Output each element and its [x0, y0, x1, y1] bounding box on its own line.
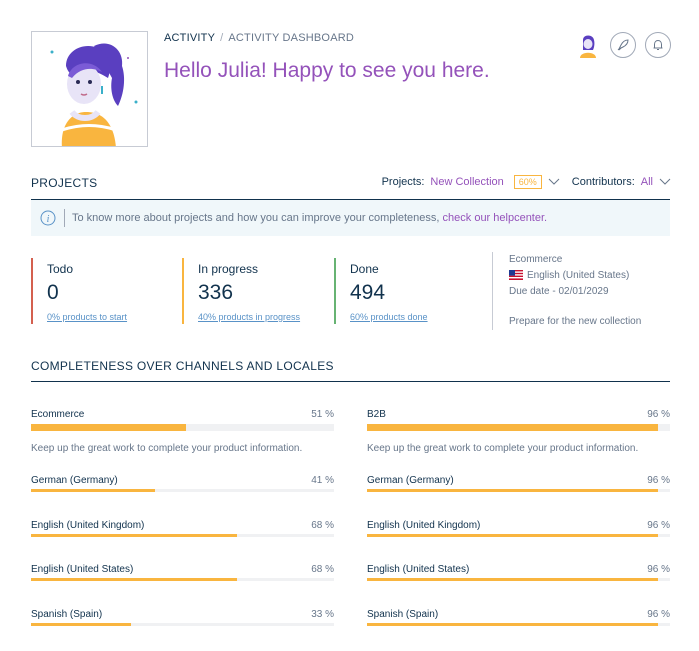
- stat-done: Done 494 60% products done: [334, 258, 428, 324]
- user-avatar-illustration: [31, 31, 148, 147]
- chevron-down-icon[interactable]: [548, 178, 560, 186]
- rocket-button[interactable]: [610, 32, 636, 58]
- progress-bar-fill: [367, 533, 658, 537]
- completeness-divider: [31, 381, 670, 382]
- channel-name: B2B: [367, 409, 386, 420]
- channel-percentage: 51 %: [311, 409, 334, 420]
- locale-progress-bar: [367, 578, 670, 581]
- contributors-filter-value[interactable]: All: [641, 176, 653, 188]
- progress-bar-fill: [31, 578, 238, 581]
- project-locale-row: English (United States): [509, 268, 641, 284]
- svg-text:i: i: [47, 214, 50, 225]
- stat-link[interactable]: 40% products in progress: [198, 312, 300, 322]
- locale-name: English (United States): [367, 564, 470, 575]
- locale-percentage: 96 %: [647, 608, 670, 620]
- us-flag-icon: [509, 270, 523, 281]
- project-info: Ecommerce English (United States) Due da…: [492, 252, 641, 330]
- locale-progress-bar: [367, 622, 670, 626]
- locale-name: English (United States): [31, 564, 134, 575]
- projects-filter-label: Projects:: [381, 176, 425, 188]
- locale-progress-bar: [31, 489, 334, 492]
- chevron-down-icon[interactable]: [659, 178, 671, 186]
- contributors-filter-label: Contributors:: [571, 176, 635, 188]
- channel-percentage: 96 %: [647, 409, 670, 420]
- breadcrumb-separator: /: [220, 32, 224, 44]
- locale-name: English (United Kingdom): [367, 519, 481, 531]
- locale-progress-bar: [367, 533, 670, 537]
- locale-percentage: 96 %: [647, 519, 670, 531]
- projects-filter-value[interactable]: New Collection: [430, 176, 503, 188]
- info-icon: i: [40, 210, 56, 226]
- project-completeness-badge: 60%: [513, 175, 542, 189]
- project-channel: Ecommerce: [509, 254, 563, 265]
- locale-progress-bar: [31, 622, 334, 626]
- helper-banner: i To know more about projects and how yo…: [31, 200, 670, 236]
- locale-percentage: 96 %: [647, 475, 670, 486]
- encouragement-text: Keep up the great work to complete your …: [367, 443, 639, 454]
- page-title: Hello Julia! Happy to see you here.: [164, 59, 490, 82]
- progress-bar-fill: [31, 533, 238, 537]
- helper-text: To know more about projects and how you …: [72, 212, 440, 224]
- stat-label: Todo: [47, 262, 74, 276]
- notifications-button[interactable]: [645, 32, 671, 58]
- rocket-icon: [617, 39, 629, 51]
- progress-bar-fill: [31, 622, 131, 626]
- channel-progress-bar: [367, 424, 670, 431]
- locale-name: English (United Kingdom): [31, 519, 145, 531]
- locale-percentage: 96 %: [647, 564, 670, 575]
- bell-icon: [653, 39, 663, 50]
- locale-percentage: 33 %: [311, 608, 334, 620]
- completeness-title: COMPLETENESS OVER CHANNELS AND LOCALES: [31, 359, 334, 373]
- channel-name: Ecommerce: [31, 409, 85, 420]
- progress-bar-fill: [31, 489, 156, 492]
- helper-separator: [64, 209, 65, 227]
- channel-progress-bar: [31, 424, 334, 431]
- stat-in-progress: In progress 336 40% products in progress: [182, 258, 300, 324]
- stat-value: 494: [350, 281, 386, 304]
- progress-bar-fill: [367, 578, 658, 581]
- project-due-date: Due date - 02/01/2029: [509, 286, 609, 297]
- breadcrumb-current: ACTIVITY DASHBOARD: [228, 32, 355, 44]
- stat-label: In progress: [198, 262, 259, 276]
- locale-progress-bar: [31, 533, 334, 537]
- stat-value: 336: [198, 281, 234, 304]
- progress-bar-fill: [367, 489, 658, 492]
- stat-todo: Todo 0 0% products to start: [31, 258, 127, 324]
- progress-bar-fill: [31, 424, 186, 431]
- helpcenter-link[interactable]: check our helpcenter.: [443, 212, 548, 224]
- locale-name: Spanish (Spain): [31, 608, 103, 620]
- project-filters: Projects: New Collection 60% Contributor…: [382, 175, 671, 189]
- encouragement-text: Keep up the great work to complete your …: [31, 443, 303, 454]
- project-description: Prepare for the new collection: [509, 316, 642, 327]
- breadcrumb: ACTIVITY / ACTIVITY DASHBOARD: [164, 32, 354, 44]
- stat-value: 0: [47, 281, 59, 304]
- user-avatar-icon[interactable]: [575, 32, 601, 58]
- breadcrumb-activity[interactable]: ACTIVITY: [164, 32, 215, 44]
- locale-name: German (Germany): [31, 475, 118, 486]
- stat-link[interactable]: 0% products to start: [47, 312, 127, 322]
- locale-progress-bar: [367, 489, 670, 492]
- locale-progress-bar: [31, 578, 334, 581]
- projects-title: PROJECTS: [31, 176, 98, 190]
- locale-name: Spanish (Spain): [367, 608, 439, 620]
- locale-percentage: 41 %: [311, 475, 334, 486]
- progress-bar-fill: [367, 622, 658, 626]
- project-locale: English (United States): [527, 270, 630, 281]
- stat-link[interactable]: 60% products done: [350, 312, 428, 322]
- top-icons: [575, 32, 671, 58]
- locale-percentage: 68 %: [311, 564, 334, 575]
- locale-percentage: 68 %: [311, 519, 334, 531]
- progress-bar-fill: [367, 424, 658, 431]
- locale-name: German (Germany): [367, 475, 454, 486]
- stat-label: Done: [350, 262, 379, 276]
